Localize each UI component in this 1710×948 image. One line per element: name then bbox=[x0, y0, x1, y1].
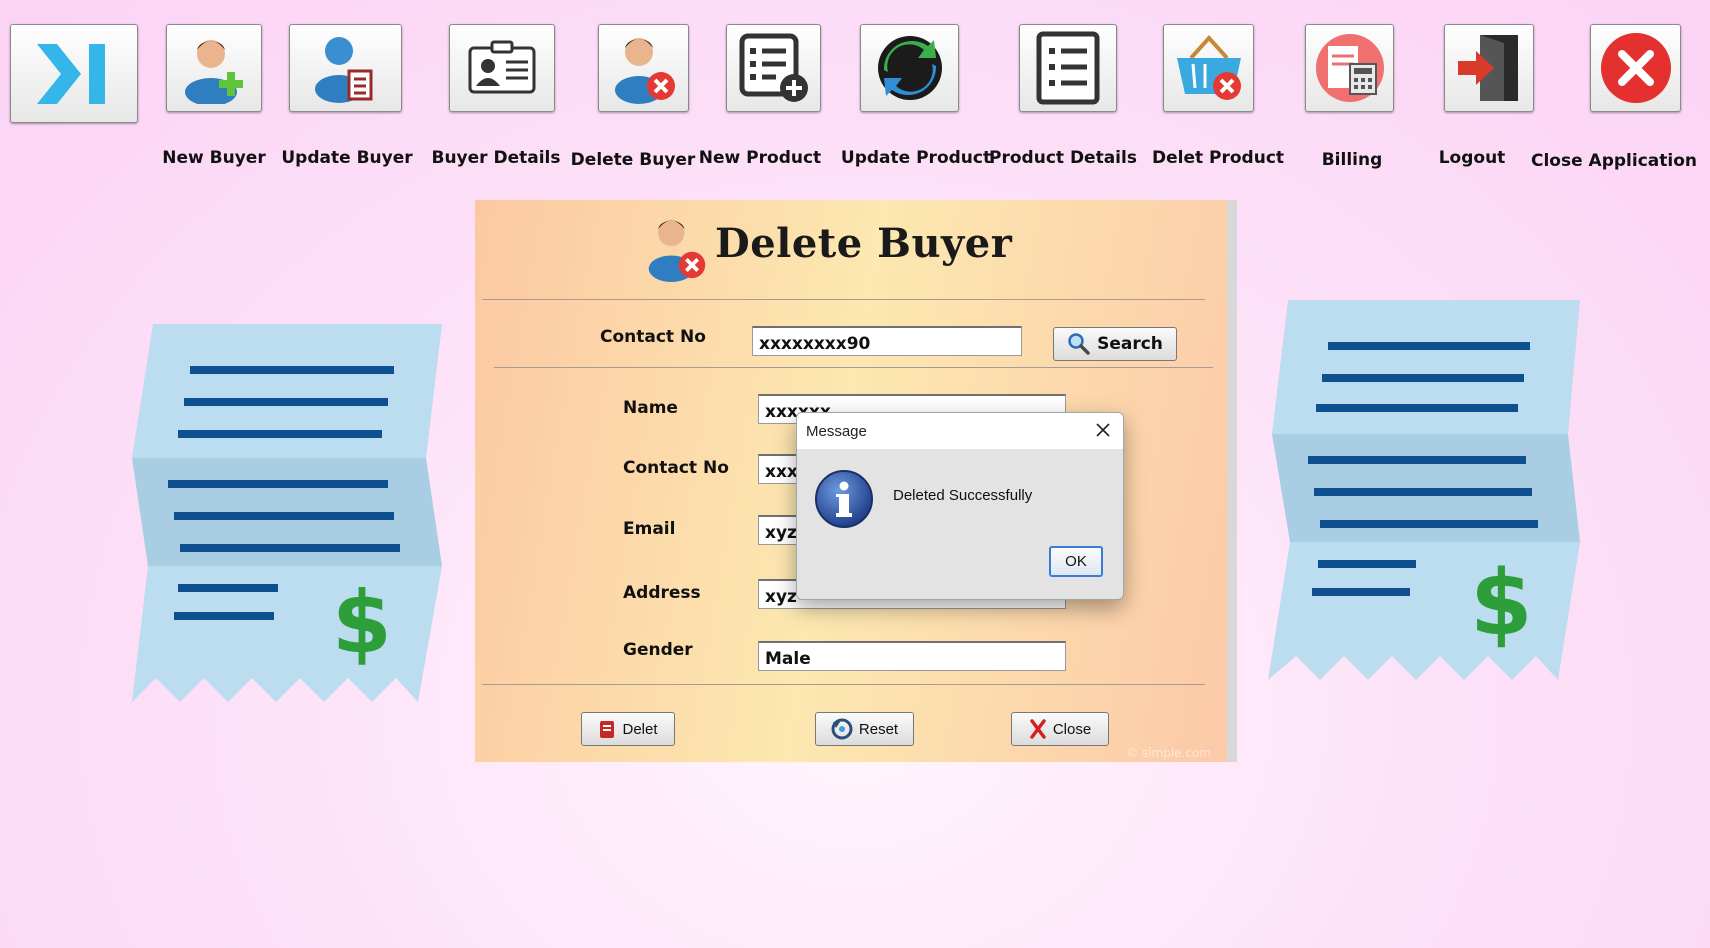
delete-product-label: Delet Product bbox=[1151, 148, 1285, 168]
basket-delete-icon bbox=[1176, 35, 1241, 100]
dialog-title: Message bbox=[806, 422, 867, 440]
logout-label: Logout bbox=[1438, 148, 1506, 168]
logout-button[interactable] bbox=[1444, 24, 1534, 112]
close-x-icon bbox=[1030, 719, 1046, 739]
delete-product-button[interactable] bbox=[1163, 24, 1254, 112]
receipt-illustration-left: $ bbox=[132, 324, 442, 702]
gender-field[interactable]: Male bbox=[758, 641, 1066, 671]
billing-button[interactable] bbox=[1305, 24, 1394, 112]
dialog-close-icon[interactable] bbox=[1093, 420, 1113, 440]
billing-label: Billing bbox=[1321, 150, 1383, 170]
divider bbox=[494, 367, 1213, 368]
dialog-message: Deleted Successfully bbox=[893, 487, 1033, 504]
update-buyer-label: Update Buyer bbox=[281, 148, 413, 168]
delete-user-icon bbox=[648, 219, 706, 282]
search-button[interactable]: Search bbox=[1053, 327, 1177, 361]
buyer-details-button[interactable] bbox=[449, 24, 555, 112]
checklist-icon bbox=[1036, 31, 1100, 105]
add-list-icon bbox=[739, 33, 808, 102]
trash-icon bbox=[600, 721, 615, 738]
chevron-bar-right-icon bbox=[37, 43, 105, 104]
search-icon bbox=[1068, 333, 1090, 355]
delete-buyer-label: Delete Buyer bbox=[570, 150, 696, 170]
svg-text:$: $ bbox=[332, 573, 392, 673]
add-user-icon bbox=[185, 40, 243, 104]
close-application-button[interactable] bbox=[1590, 24, 1681, 112]
watermark: © simple.com bbox=[1126, 746, 1211, 760]
new-product-label: New Product bbox=[698, 148, 822, 168]
delete-button-label: Delet bbox=[622, 720, 658, 738]
logout-door-icon bbox=[1458, 35, 1518, 101]
update-product-button[interactable] bbox=[860, 24, 959, 112]
address-label: Address bbox=[623, 583, 701, 603]
new-buyer-label: New Buyer bbox=[162, 148, 266, 168]
new-buyer-button[interactable] bbox=[166, 24, 262, 112]
gender-label: Gender bbox=[623, 640, 693, 660]
edit-user-icon bbox=[314, 37, 372, 103]
message-dialog: Message Deleted Successfully OK bbox=[796, 412, 1124, 600]
close-application-label: Close Application bbox=[1531, 151, 1697, 171]
product-details-label: Product Details bbox=[989, 148, 1137, 168]
delete-button[interactable]: Delet bbox=[581, 712, 675, 746]
new-product-button[interactable] bbox=[726, 24, 821, 112]
info-icon bbox=[815, 470, 873, 528]
dialog-titlebar: Message bbox=[797, 413, 1123, 449]
ok-button[interactable]: OK bbox=[1049, 546, 1103, 577]
buyer-details-label: Buyer Details bbox=[431, 148, 561, 168]
search-contact-label: Contact No bbox=[600, 327, 706, 347]
close-button-label: Close bbox=[1052, 720, 1092, 738]
name-label: Name bbox=[623, 398, 678, 418]
page-title: Delete Buyer bbox=[715, 220, 1013, 267]
toggle-sidebar-button[interactable] bbox=[10, 24, 138, 123]
reset-icon bbox=[831, 718, 853, 740]
svg-text:$: $ bbox=[1470, 551, 1533, 656]
product-details-button[interactable] bbox=[1019, 24, 1117, 112]
reset-button[interactable]: Reset bbox=[815, 712, 914, 746]
close-button[interactable]: Close bbox=[1011, 712, 1109, 746]
reset-button-label: Reset bbox=[858, 720, 899, 738]
divider bbox=[482, 684, 1205, 685]
close-circle-icon bbox=[1600, 33, 1671, 103]
calculator-bill-icon bbox=[1315, 34, 1384, 102]
contact-label: Contact No bbox=[623, 458, 729, 478]
search-contact-input[interactable]: xxxxxxxx90 bbox=[752, 326, 1022, 356]
delete-user-icon bbox=[614, 38, 675, 104]
email-label: Email bbox=[623, 519, 676, 539]
divider bbox=[482, 299, 1205, 300]
update-buyer-button[interactable] bbox=[289, 24, 402, 112]
receipt-illustration-right: $ bbox=[1268, 300, 1580, 680]
delete-buyer-button[interactable] bbox=[598, 24, 689, 112]
update-product-label: Update Product bbox=[840, 148, 992, 168]
refresh-icon bbox=[877, 36, 942, 100]
search-button-label: Search bbox=[1097, 334, 1163, 354]
id-card-icon bbox=[468, 40, 536, 94]
